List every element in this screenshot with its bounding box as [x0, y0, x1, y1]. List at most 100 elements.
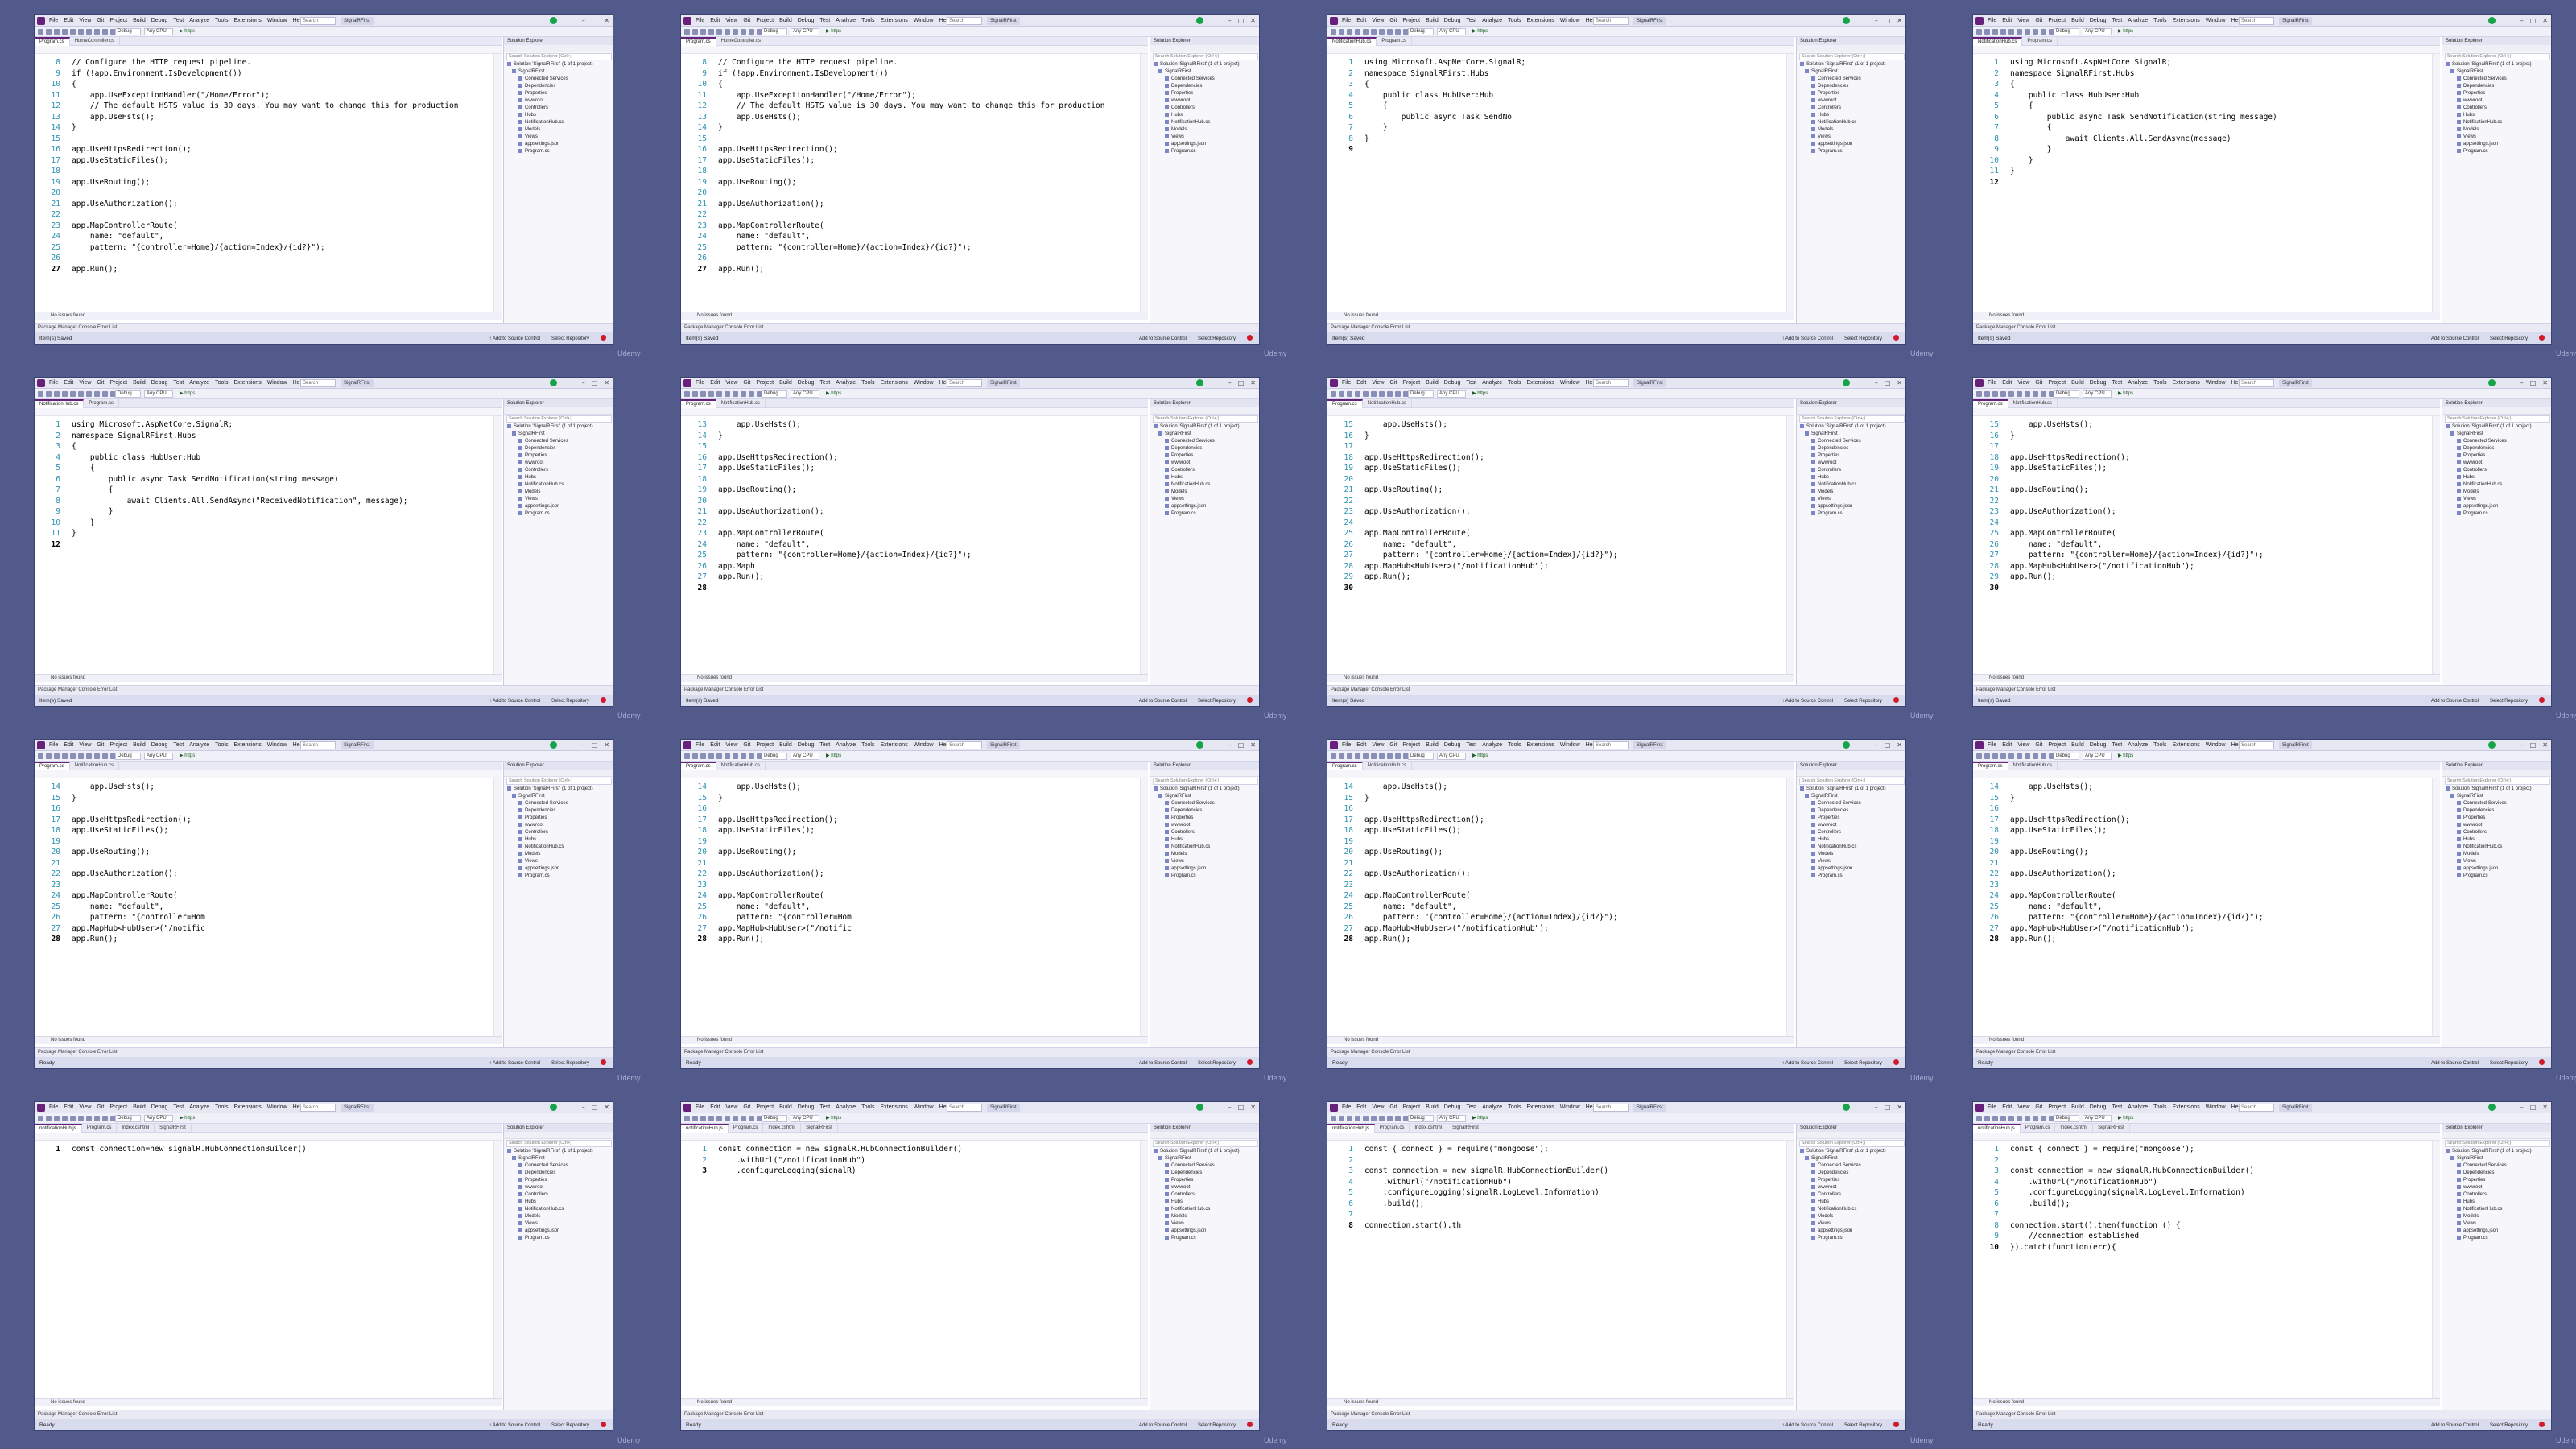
- solution-tree-item[interactable]: appsettings.json: [504, 141, 613, 148]
- toolbar-icon[interactable]: [1984, 1116, 1990, 1121]
- solution-tree-item[interactable]: Solution 'SignalRFirst' (1 of 1 project): [504, 1148, 613, 1155]
- solution-tree-item[interactable]: Views: [1150, 134, 1259, 141]
- platform-select[interactable]: Any CPU: [144, 28, 173, 35]
- menu-item[interactable]: Tools: [1508, 1104, 1521, 1112]
- add-to-source-control-button[interactable]: ↑ Add to Source Control: [1136, 335, 1187, 343]
- menu-item[interactable]: Window: [1560, 741, 1580, 749]
- editor-scrollbar[interactable]: [2432, 416, 2440, 674]
- menu-item[interactable]: Test: [819, 379, 830, 387]
- code-line[interactable]: 27 pattern: "{controller=Home}/{action=I…: [1327, 550, 1794, 561]
- solution-tree-item[interactable]: Views: [1150, 1220, 1259, 1228]
- menu-item[interactable]: File: [696, 1104, 704, 1112]
- toolbar-icon[interactable]: [1371, 753, 1377, 759]
- code-editor[interactable]: 1 using Microsoft.AspNetCore.SignalR; 2 nam…: [1327, 46, 1794, 320]
- solution-explorer-toolbar[interactable]: [504, 45, 613, 52]
- menu-item[interactable]: Build: [133, 17, 146, 25]
- toolbar-icon[interactable]: [70, 391, 76, 397]
- solution-tree-item[interactable]: wwwroot: [504, 822, 613, 829]
- toolbar-icon[interactable]: [1984, 391, 1990, 397]
- document-tab[interactable]: NotificationHub.cs: [2008, 762, 2058, 770]
- solution-tree-item[interactable]: Models: [504, 489, 613, 496]
- menu-item[interactable]: File: [1342, 741, 1351, 749]
- menu-item[interactable]: Extensions: [233, 17, 261, 25]
- solution-tree-item[interactable]: Hubs: [1797, 1199, 1905, 1206]
- add-to-source-control-button[interactable]: ↑ Add to Source Control: [2428, 1059, 2479, 1067]
- menu-item[interactable]: View: [2017, 17, 2029, 25]
- menu-item[interactable]: Extensions: [2172, 1104, 2199, 1112]
- code-line[interactable]: 19 app.UseStaticFiles();: [1327, 463, 1794, 474]
- menu-item[interactable]: Test: [1466, 17, 1476, 25]
- code-line[interactable]: 15}: [35, 793, 502, 804]
- solution-tree-item[interactable]: Controllers: [2442, 105, 2551, 112]
- add-to-source-control-button[interactable]: ↑ Add to Source Control: [1136, 1422, 1187, 1430]
- solution-tree-item[interactable]: Program.cs: [504, 148, 613, 155]
- solution-tree-item[interactable]: Solution 'SignalRFirst' (1 of 1 project): [1150, 61, 1259, 68]
- menu-item[interactable]: Analyze: [189, 1104, 209, 1112]
- code-line[interactable]: 21 app.UseRouting();: [1973, 485, 2440, 496]
- solution-tree-item[interactable]: NotificationHub.cs: [1150, 1206, 1259, 1213]
- menu-item[interactable]: Git: [97, 1104, 104, 1112]
- maximize-icon[interactable]: □: [1885, 16, 1891, 26]
- menu-item[interactable]: Edit: [64, 379, 73, 387]
- menu-item[interactable]: Analyze: [189, 379, 209, 387]
- avatar[interactable]: [1843, 17, 1850, 24]
- solution-tree-item[interactable]: Models: [1797, 489, 1905, 496]
- search-input[interactable]: Search: [1593, 379, 1629, 387]
- menu-item[interactable]: View: [1372, 379, 1384, 387]
- run-button[interactable]: ▶ https: [1469, 28, 1491, 35]
- solution-tree-item[interactable]: SignalRFirst: [2442, 68, 2551, 76]
- menu-item[interactable]: Window: [2206, 1104, 2226, 1112]
- solution-tree-item[interactable]: NotificationHub.cs: [1797, 1206, 1905, 1213]
- editor-navigation-bar[interactable]: [35, 770, 502, 778]
- code-line[interactable]: 18 app.UseStaticFiles();: [35, 825, 502, 836]
- menu-item[interactable]: Test: [1466, 1104, 1476, 1112]
- menu-item[interactable]: Debug: [1444, 1104, 1461, 1112]
- toolbar-icon[interactable]: [2025, 29, 2030, 35]
- toolbar-icon[interactable]: [692, 29, 698, 35]
- code-line[interactable]: 23 app.UseAuthorization();: [1327, 506, 1794, 518]
- close-icon[interactable]: ✕: [604, 741, 609, 750]
- run-button[interactable]: ▶ https: [823, 753, 844, 760]
- toolbar-icon[interactable]: [749, 1116, 754, 1121]
- solution-tree-item[interactable]: Controllers: [504, 467, 613, 474]
- menu-item[interactable]: Tools: [2153, 741, 2166, 749]
- solution-tree-item[interactable]: Models: [1150, 126, 1259, 134]
- toolbar-icon[interactable]: [78, 391, 84, 397]
- solution-tree-item[interactable]: Views: [504, 1220, 613, 1228]
- toolbar-icon[interactable]: [1387, 753, 1393, 759]
- toolbar-icon[interactable]: [1347, 1116, 1352, 1121]
- code-line[interactable]: 3 const connection = new signalR.HubConne…: [1973, 1166, 2440, 1177]
- solution-tree-item[interactable]: Hubs: [2442, 1199, 2551, 1206]
- menu-item[interactable]: Tools: [2153, 379, 2166, 387]
- editor-navigation-bar[interactable]: [1327, 408, 1794, 416]
- code-line[interactable]: 24: [1327, 518, 1794, 529]
- code-line[interactable]: 18 app.UseStaticFiles();: [1327, 825, 1794, 836]
- toolbar-icon[interactable]: [102, 753, 108, 759]
- solution-explorer-toolbar[interactable]: [2442, 1132, 2551, 1139]
- minimize-icon[interactable]: –: [2520, 1103, 2524, 1113]
- menu-item[interactable]: File: [1342, 1104, 1351, 1112]
- menu-item[interactable]: View: [2017, 1104, 2029, 1112]
- code-line[interactable]: 28 app.Run();: [1327, 934, 1794, 945]
- avatar[interactable]: [550, 741, 557, 749]
- solution-tree-item[interactable]: Models: [1150, 1213, 1259, 1220]
- menu-item[interactable]: Window: [914, 741, 934, 749]
- avatar[interactable]: [1843, 741, 1850, 749]
- minimize-icon[interactable]: –: [582, 1103, 585, 1113]
- select-repository-button[interactable]: Select Repository: [551, 1059, 589, 1067]
- code-line[interactable]: 27 app.Run();: [681, 264, 1148, 275]
- close-icon[interactable]: ✕: [1897, 16, 1902, 26]
- toolbar-icon[interactable]: [1331, 391, 1336, 397]
- toolbar-icon[interactable]: [1355, 753, 1360, 759]
- code-line[interactable]: 18 app.UseHttpsRedirection();: [1973, 452, 2440, 464]
- code-editor[interactable]: 13 app.UseHsts(); 14} 15 16 app.UseHttpsRedi…: [681, 408, 1148, 682]
- bottom-panel-tabs[interactable]: Package Manager Console Error List: [1327, 1047, 1905, 1057]
- code-line[interactable]: 28 app.Run();: [1973, 934, 2440, 945]
- code-line[interactable]: 23 app.MapControllerRoute(: [35, 221, 502, 232]
- toolbar-icon[interactable]: [2017, 753, 2022, 759]
- menu-item[interactable]: Window: [2206, 741, 2226, 749]
- solution-tree-item[interactable]: NotificationHub.cs: [1150, 844, 1259, 851]
- toolbar-icon[interactable]: [94, 753, 100, 759]
- minimize-icon[interactable]: –: [1875, 16, 1878, 26]
- solution-explorer-toolbar[interactable]: [2442, 407, 2551, 415]
